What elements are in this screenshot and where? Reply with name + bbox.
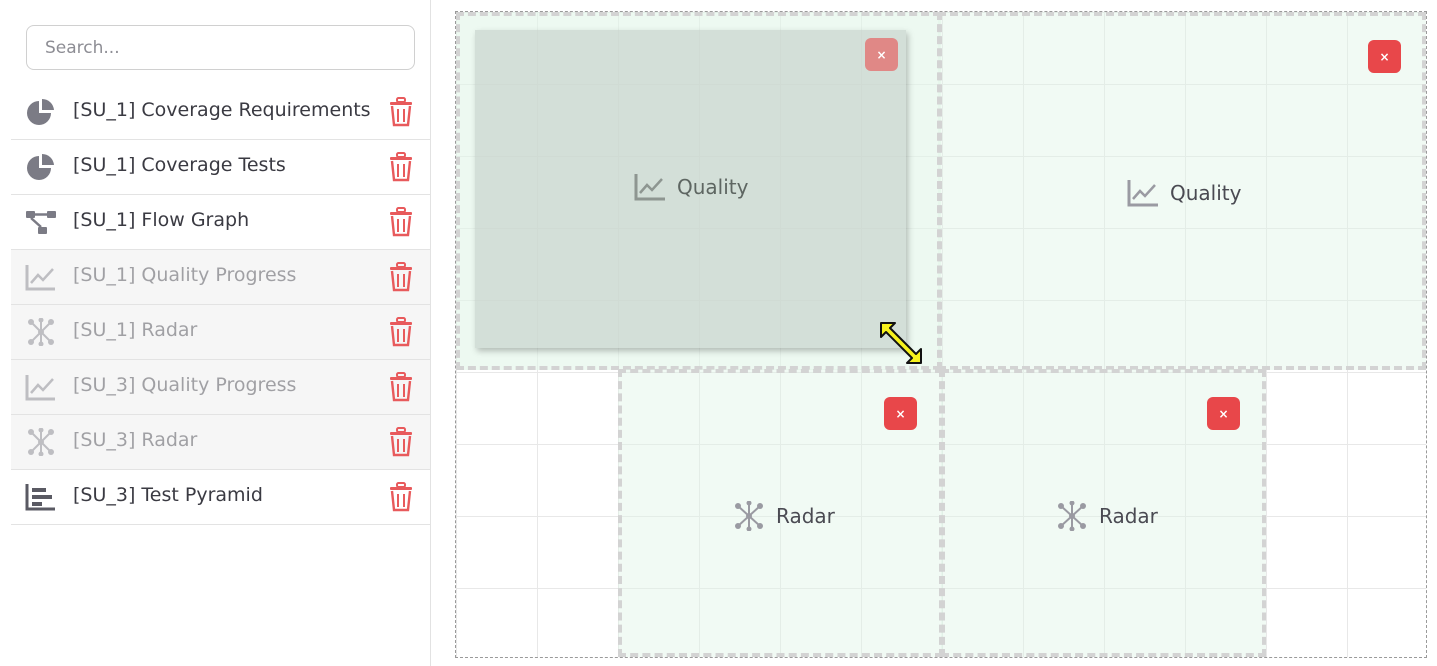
widget-quality[interactable]: Quality × <box>938 12 1426 370</box>
list-item[interactable]: [SU_3] Test Pyramid <box>11 470 430 525</box>
list-item[interactable]: [SU_1] Radar <box>11 305 430 360</box>
list-item[interactable]: [SU_3] Radar <box>11 415 430 470</box>
close-button[interactable]: × <box>865 38 898 71</box>
widget-title: Quality <box>1126 178 1241 208</box>
list-item[interactable]: [SU_1] Flow Graph <box>11 195 430 250</box>
radar-icon <box>25 428 57 456</box>
widget-title: Radar <box>732 501 835 531</box>
trash-icon[interactable] <box>387 482 415 512</box>
pie-chart-icon <box>25 98 57 126</box>
trash-icon[interactable] <box>387 427 415 457</box>
widget-radar-1[interactable]: Radar × <box>618 369 943 657</box>
trash-icon[interactable] <box>387 152 415 182</box>
close-button[interactable]: × <box>884 397 917 430</box>
trash-icon[interactable] <box>387 97 415 127</box>
search-input[interactable] <box>26 25 415 70</box>
trash-icon[interactable] <box>387 207 415 237</box>
bar-chart-icon <box>25 483 57 511</box>
radar-icon <box>735 501 763 531</box>
widget-title: Quality <box>633 172 748 202</box>
sidebar: [SU_1] Coverage Requirements [SU_1] Cove… <box>0 0 431 666</box>
close-button[interactable]: × <box>1207 397 1240 430</box>
trash-icon[interactable] <box>387 372 415 402</box>
flow-graph-icon <box>25 208 57 236</box>
list-item[interactable]: [SU_1] Coverage Tests <box>11 140 430 195</box>
list-item-label: [SU_1] Coverage Tests <box>73 154 286 176</box>
line-chart-icon <box>1127 180 1158 207</box>
list-item[interactable]: [SU_3] Quality Progress <box>11 360 430 415</box>
widget-title: Radar <box>1055 501 1158 531</box>
widget-list: [SU_1] Coverage Requirements [SU_1] Cove… <box>11 85 430 525</box>
line-chart-icon <box>25 263 57 291</box>
radar-icon <box>25 318 57 346</box>
pie-chart-icon <box>25 153 57 181</box>
list-item-label: [SU_3] Radar <box>73 429 198 451</box>
list-item-label: [SU_1] Coverage Requirements <box>73 99 371 121</box>
list-item[interactable]: [SU_1] Coverage Requirements <box>11 85 430 140</box>
resize-cursor-icon[interactable] <box>878 320 924 366</box>
trash-icon[interactable] <box>387 262 415 292</box>
widget-radar-2[interactable]: Radar × <box>941 369 1266 657</box>
close-button[interactable]: × <box>1368 40 1401 73</box>
trash-icon[interactable] <box>387 317 415 347</box>
list-item-label: [SU_3] Quality Progress <box>73 374 297 396</box>
line-chart-icon <box>25 373 57 401</box>
list-item-label: [SU_3] Test Pyramid <box>73 484 263 506</box>
radar-icon <box>1058 501 1086 531</box>
list-item-label: [SU_1] Flow Graph <box>73 209 250 231</box>
widget-quality-resizing[interactable]: Quality × <box>475 30 906 348</box>
list-item[interactable]: [SU_1] Quality Progress <box>11 250 430 305</box>
list-item-label: [SU_1] Quality Progress <box>73 264 297 286</box>
list-item-label: [SU_1] Radar <box>73 319 198 341</box>
line-chart-icon <box>634 174 665 201</box>
